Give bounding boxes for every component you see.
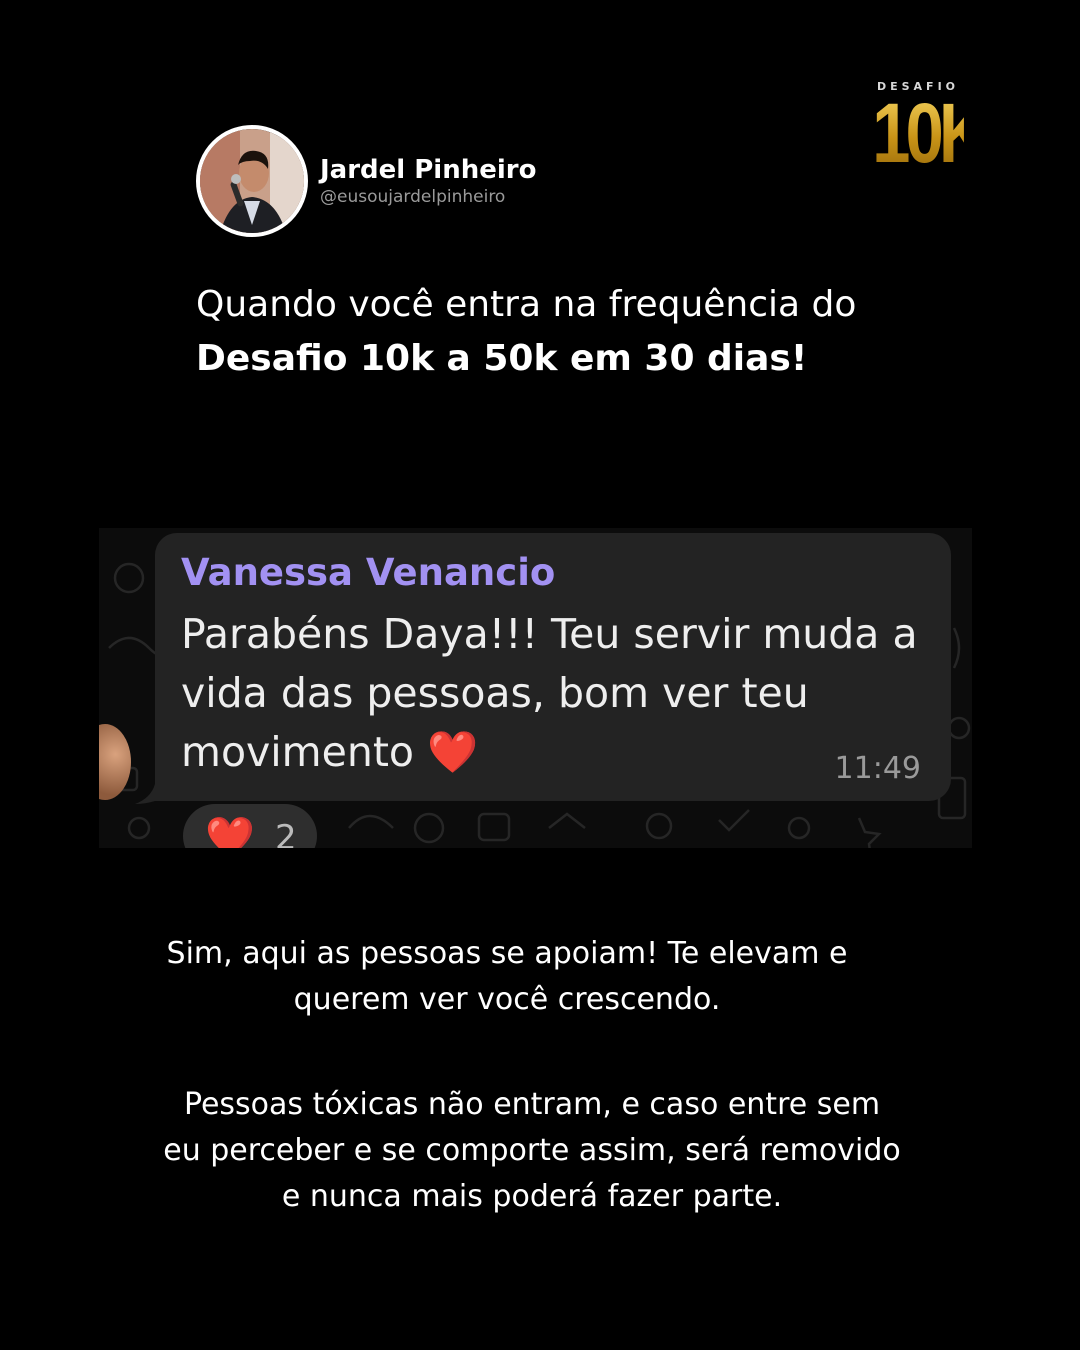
rules-text: Pessoas tóxicas não entram, e caso entre… [163,1087,901,1214]
reaction-badge[interactable]: ❤️ 2 [183,804,317,848]
profile-header: Jardel Pinheiro @eusoujardelpinheiro [196,125,536,237]
profile-name[interactable]: Jardel Pinheiro [320,154,536,186]
chat-screenshot: Vanessa Venancio Parabéns Daya!!! Teu se… [99,528,972,848]
message-body: Parabéns Daya!!! Teu servir muda a vida … [181,610,918,776]
headline-line-2: Desafio 10k a 50k em 30 dias! [196,338,808,379]
reaction-count: 2 [275,818,297,848]
headline: Quando você entra na frequência do Desaf… [196,278,856,386]
message-time: 11:49 [834,751,921,786]
message-bubble[interactable]: Vanessa Venancio Parabéns Daya!!! Teu se… [155,533,951,801]
logo-main-text: 10K [872,86,989,180]
desafio-10k-logo: DESAFIO 10K [862,80,989,180]
profile-avatar[interactable] [196,125,308,237]
reaction-heart-icon: ❤️ [205,815,255,848]
sender-name[interactable]: Vanessa Venancio [181,551,555,594]
heart-emoji: ❤️ [427,728,479,776]
support-paragraph: Sim, aqui as pessoas se apoiam! Te eleva… [0,931,1047,1023]
message-text: Parabéns Daya!!! Teu servir muda a vida … [181,605,941,782]
profile-handle[interactable]: @eusoujardelpinheiro [320,186,536,208]
rules-paragraph: Pessoas tóxicas não entram, e caso entre… [0,1082,1072,1220]
headline-line-1: Quando você entra na frequência do [196,284,857,325]
support-text: Sim, aqui as pessoas se apoiam! Te eleva… [166,936,848,1017]
